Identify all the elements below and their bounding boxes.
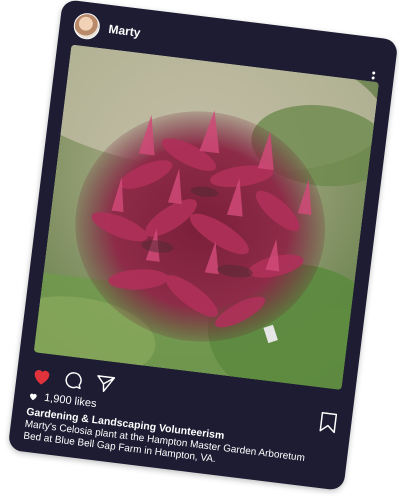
heart-icon [30,393,37,401]
celosia-plant-image [33,44,380,390]
bookmark-icon[interactable] [318,412,338,434]
post-photo[interactable] [33,44,380,390]
send-icon[interactable] [93,372,118,397]
page: Marty 1,900 likes Gardening & Landscapin… [0,0,399,500]
post-card: Marty 1,900 likes Gardening & Landscapin… [7,0,399,491]
avatar[interactable] [72,11,102,41]
comment-icon[interactable] [61,368,86,393]
heart-icon[interactable] [30,364,55,389]
username[interactable]: Marty [108,22,141,40]
